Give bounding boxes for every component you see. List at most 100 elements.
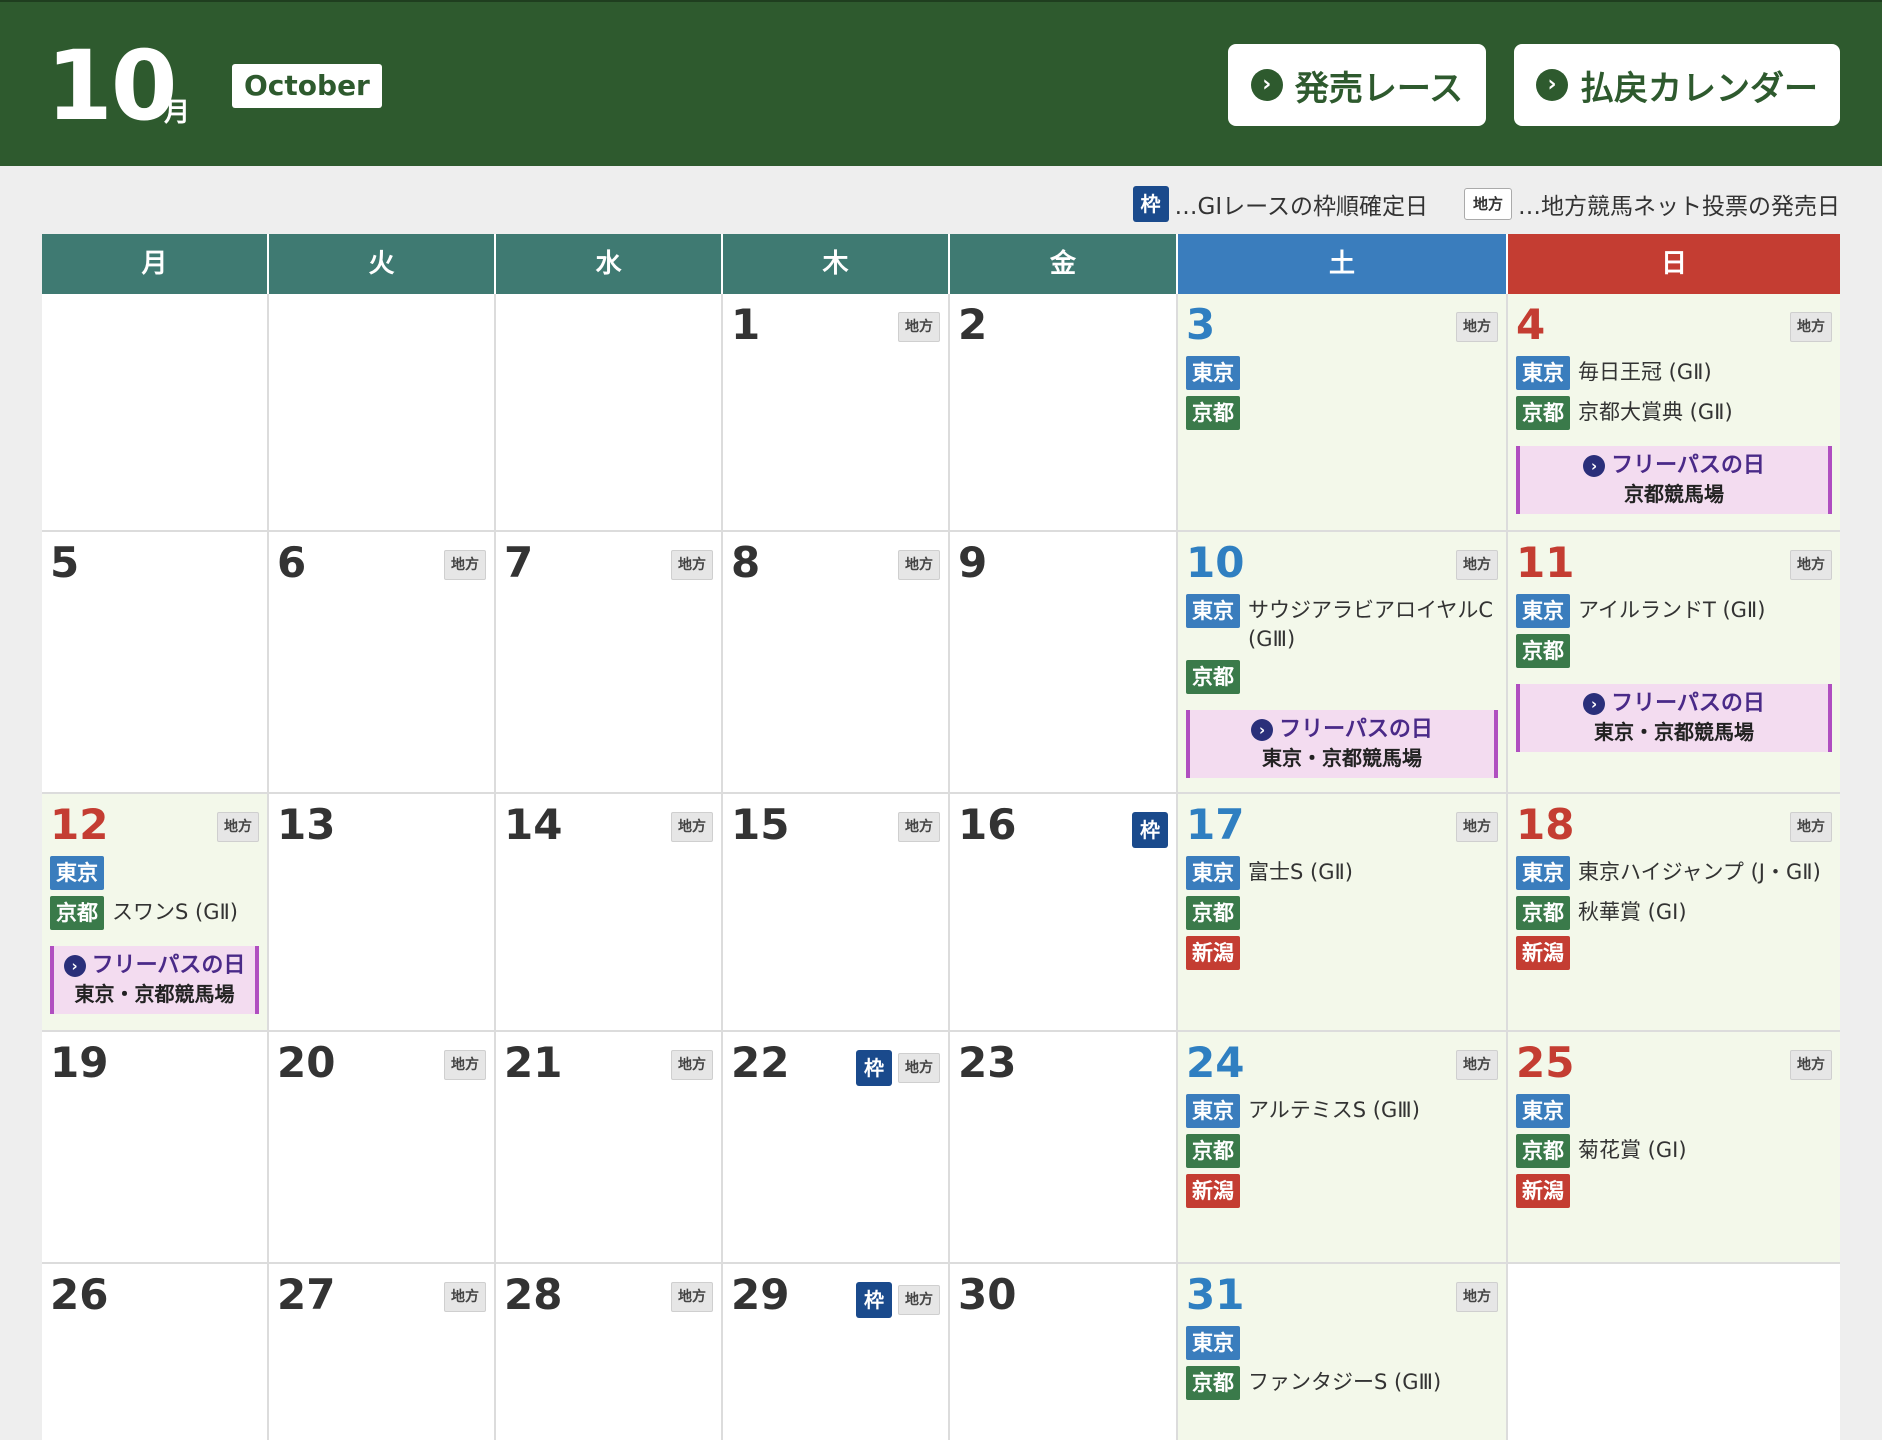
venue-kyoto-badge[interactable]: 京都 (1516, 634, 1570, 668)
chiho-badge[interactable]: 地方 (1456, 1050, 1498, 1080)
chiho-badge[interactable]: 地方 (1456, 550, 1498, 580)
chiho-badge[interactable]: 地方 (898, 1053, 940, 1083)
venue-tokyo-badge[interactable]: 東京 (1516, 356, 1570, 390)
day-cell-31[interactable]: 31 地方 東京 京都 ファンタジーS (GⅢ) (1178, 1264, 1508, 1440)
venue-kyoto-badge[interactable]: 京都 (1516, 1134, 1570, 1168)
race-name[interactable]: スワンS (GⅡ) (112, 896, 238, 927)
day-cell-9[interactable]: 9 (950, 532, 1178, 794)
venue-tokyo-badge[interactable]: 東京 (1186, 356, 1240, 390)
chiho-badge[interactable]: 地方 (671, 1282, 713, 1312)
freepass-banner[interactable]: › フリーパスの日 東京・京都競馬場 (1186, 710, 1498, 778)
race-name[interactable]: 菊花賞 (GⅠ) (1578, 1134, 1687, 1165)
sale-races-button[interactable]: › 発売レース (1228, 44, 1486, 126)
race-name[interactable]: 毎日王冠 (GⅡ) (1578, 356, 1712, 387)
payout-calendar-button[interactable]: › 払戻カレンダー (1514, 44, 1840, 126)
day-cell-7[interactable]: 7 地方 (496, 532, 723, 794)
day-cell-22[interactable]: 22 枠地方 (723, 1032, 950, 1264)
chiho-badge[interactable]: 地方 (671, 550, 713, 580)
chiho-badge[interactable]: 地方 (898, 1285, 940, 1315)
day-cell-8[interactable]: 8 地方 (723, 532, 950, 794)
venue-niigata-badge[interactable]: 新潟 (1516, 936, 1570, 970)
freepass-banner[interactable]: › フリーパスの日 東京・京都競馬場 (50, 946, 259, 1014)
race-name[interactable]: サウジアラビアロイヤルC (GⅢ) (1248, 594, 1498, 654)
day-cell-2[interactable]: 2 (950, 294, 1178, 532)
day-cell-16[interactable]: 16 枠 (950, 794, 1178, 1032)
chiho-badge[interactable]: 地方 (898, 312, 940, 342)
race-name[interactable]: 東京ハイジャンプ (J・GⅡ) (1578, 856, 1821, 887)
chiho-badge[interactable]: 地方 (217, 812, 259, 842)
waku-badge[interactable]: 枠 (856, 1282, 892, 1318)
venue-tokyo-badge[interactable]: 東京 (1186, 856, 1240, 890)
chiho-badge[interactable]: 地方 (1456, 312, 1498, 342)
venue-tokyo-badge[interactable]: 東京 (1186, 1094, 1240, 1128)
venue-tokyo-badge[interactable]: 東京 (1516, 856, 1570, 890)
race-name[interactable]: 京都大賞典 (GⅡ) (1578, 396, 1733, 427)
chiho-badge[interactable]: 地方 (444, 550, 486, 580)
day-cell-4[interactable]: 4 地方 東京 毎日王冠 (GⅡ) 京都 京都大賞典 (GⅡ) › フリーパスの日 京… (1508, 294, 1840, 532)
venue-tokyo-badge[interactable]: 東京 (50, 856, 104, 890)
freepass-banner[interactable]: › フリーパスの日 京都競馬場 (1516, 446, 1832, 514)
venue-tokyo-badge[interactable]: 東京 (1516, 594, 1570, 628)
day-cell-21[interactable]: 21 地方 (496, 1032, 723, 1264)
day-cell-1[interactable]: 1 地方 (723, 294, 950, 532)
day-cell-14[interactable]: 14 地方 (496, 794, 723, 1032)
day-cell-24[interactable]: 24 地方 東京 アルテミスS (GⅢ) 京都 新潟 (1178, 1032, 1508, 1264)
chiho-badge[interactable]: 地方 (444, 1282, 486, 1312)
chiho-badge[interactable]: 地方 (898, 550, 940, 580)
venue-niigata-badge[interactable]: 新潟 (1186, 936, 1240, 970)
chiho-badge[interactable]: 地方 (671, 812, 713, 842)
day-cell-3[interactable]: 3 地方 東京 京都 (1178, 294, 1508, 532)
venue-kyoto-badge[interactable]: 京都 (50, 896, 104, 930)
day-cell-29[interactable]: 29 枠地方 (723, 1264, 950, 1440)
race-name[interactable]: アルテミスS (GⅢ) (1248, 1094, 1420, 1125)
chiho-badge[interactable]: 地方 (898, 812, 940, 842)
freepass-banner[interactable]: › フリーパスの日 東京・京都競馬場 (1516, 684, 1832, 752)
legend-chiho-badge: 地方 (1463, 188, 1512, 220)
day-cell-19[interactable]: 19 (42, 1032, 269, 1264)
day-cell-27[interactable]: 27 地方 (269, 1264, 496, 1440)
day-cell-30[interactable]: 30 (950, 1264, 1178, 1440)
venue-tokyo-badge[interactable]: 東京 (1516, 1094, 1570, 1128)
chiho-badge[interactable]: 地方 (1456, 1282, 1498, 1312)
venue-niigata-badge[interactable]: 新潟 (1516, 1174, 1570, 1208)
chiho-badge[interactable]: 地方 (1790, 312, 1832, 342)
venue-niigata-badge[interactable]: 新潟 (1186, 1174, 1240, 1208)
venue-tokyo-badge[interactable]: 東京 (1186, 1326, 1240, 1360)
chiho-badge[interactable]: 地方 (1456, 812, 1498, 842)
day-cell-23[interactable]: 23 (950, 1032, 1178, 1264)
chiho-badge[interactable]: 地方 (1790, 1050, 1832, 1080)
chiho-badge[interactable]: 地方 (671, 1050, 713, 1080)
day-cell-13[interactable]: 13 (269, 794, 496, 1032)
day-number: 4 (1516, 300, 1546, 349)
race-name[interactable]: 秋華賞 (GⅠ) (1578, 896, 1687, 927)
day-cell-25[interactable]: 25 地方 東京 京都 菊花賞 (GⅠ) 新潟 (1508, 1032, 1840, 1264)
chiho-badge[interactable]: 地方 (444, 1050, 486, 1080)
day-cell-10[interactable]: 10 地方 東京 サウジアラビアロイヤルC (GⅢ) 京都 › フリーパスの日 東京… (1178, 532, 1508, 794)
race-name[interactable]: 富士S (GⅡ) (1248, 856, 1353, 887)
day-cell-5[interactable]: 5 (42, 532, 269, 794)
day-number: 17 (1186, 800, 1245, 849)
race-name[interactable]: アイルランドT (GⅡ) (1578, 594, 1765, 625)
day-cell-12[interactable]: 12 地方 東京 京都 スワンS (GⅡ) › フリーパスの日 東京・京都競馬場 (42, 794, 269, 1032)
waku-badge[interactable]: 枠 (856, 1050, 892, 1086)
chiho-badge[interactable]: 地方 (1790, 812, 1832, 842)
day-cell-15[interactable]: 15 地方 (723, 794, 950, 1032)
day-cell-11[interactable]: 11 地方 東京 アイルランドT (GⅡ) 京都 › フリーパスの日 東京・京都競馬… (1508, 532, 1840, 794)
day-cell-28[interactable]: 28 地方 (496, 1264, 723, 1440)
venue-tokyo-badge[interactable]: 東京 (1186, 594, 1240, 628)
waku-badge[interactable]: 枠 (1132, 812, 1168, 848)
race-name[interactable]: ファンタジーS (GⅢ) (1248, 1366, 1441, 1397)
venue-kyoto-badge[interactable]: 京都 (1186, 896, 1240, 930)
day-cell-26[interactable]: 26 (42, 1264, 269, 1440)
day-cell-18[interactable]: 18 地方 東京 東京ハイジャンプ (J・GⅡ) 京都 秋華賞 (GⅠ) 新潟 (1508, 794, 1840, 1032)
day-cell-6[interactable]: 6 地方 (269, 532, 496, 794)
day-cell-20[interactable]: 20 地方 (269, 1032, 496, 1264)
venue-kyoto-badge[interactable]: 京都 (1516, 896, 1570, 930)
venue-kyoto-badge[interactable]: 京都 (1186, 396, 1240, 430)
day-cell-17[interactable]: 17 地方 東京 富士S (GⅡ) 京都 新潟 (1178, 794, 1508, 1032)
venue-kyoto-badge[interactable]: 京都 (1186, 1134, 1240, 1168)
venue-kyoto-badge[interactable]: 京都 (1186, 1366, 1240, 1400)
venue-kyoto-badge[interactable]: 京都 (1516, 396, 1570, 430)
chiho-badge[interactable]: 地方 (1790, 550, 1832, 580)
venue-kyoto-badge[interactable]: 京都 (1186, 660, 1240, 694)
